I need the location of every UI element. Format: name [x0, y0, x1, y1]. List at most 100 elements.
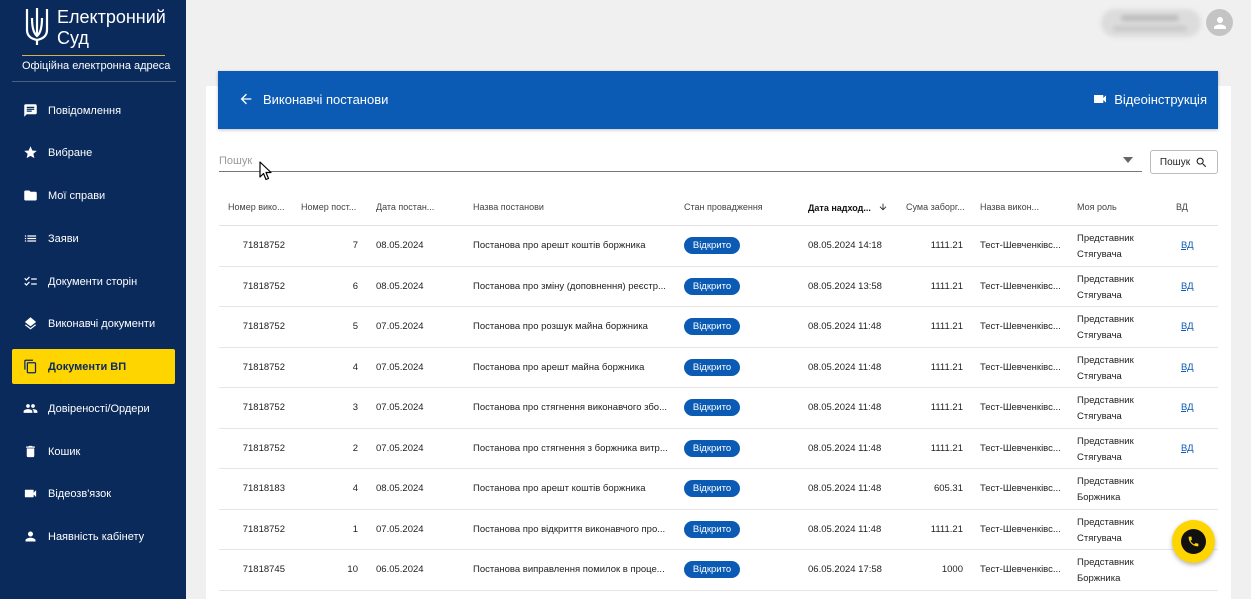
people-icon: [12, 401, 48, 416]
role-label: Представник: [1077, 314, 1134, 325]
cell-received-date: 08.05.2024 11:48: [808, 402, 882, 413]
cell-decree-date: 06.05.2024: [376, 564, 424, 575]
status-badge: Відкрито: [684, 439, 740, 457]
column-header-decree-date[interactable]: Дата постан...: [376, 202, 434, 212]
column-header-received-date[interactable]: Дата надход...: [808, 202, 888, 213]
list-icon: [12, 231, 48, 246]
cell-my-role: Представник Стягувача: [1077, 353, 1134, 385]
status-badge: Відкрито: [684, 358, 740, 376]
role-label: Представник: [1077, 476, 1134, 487]
user-name-blurred[interactable]: [1101, 9, 1201, 37]
column-header-vd[interactable]: ВД: [1176, 202, 1188, 212]
cell-executor-name: Тест-Шевченківс...: [980, 361, 1061, 373]
cell-received-date: 08.05.2024 13:58: [808, 280, 882, 292]
sidebar-item-cabinet-availability[interactable]: Наявність кабінету: [12, 519, 175, 554]
role-party: Стягувача: [1077, 249, 1122, 260]
table-row[interactable]: 71818752 4 07.05.2024 Постанова про арешт м…: [219, 348, 1218, 388]
folder-icon: [12, 188, 48, 203]
videocam-icon: [12, 486, 48, 501]
vd-link[interactable]: ВД: [1181, 443, 1194, 454]
table-row[interactable]: 71818745 10 06.05.2024 Постанова виправленн…: [219, 550, 1218, 591]
cell-decree-number: 3: [352, 402, 358, 413]
column-header-status[interactable]: Стан провадження: [684, 202, 763, 212]
cell-decree-number: 10: [347, 564, 358, 575]
search-button[interactable]: Пошук: [1150, 150, 1218, 174]
column-header-executor-name[interactable]: Назва викон...: [980, 202, 1039, 212]
sidebar-item-favorites[interactable]: Вибране: [12, 135, 175, 170]
cell-received-date: 08.05.2024 11:48: [808, 321, 882, 332]
vd-link[interactable]: ВД: [1181, 281, 1194, 292]
status-badge: Відкрито: [684, 520, 740, 538]
column-header-decree-name[interactable]: Назва постанови: [473, 202, 544, 212]
sidebar-item-my-cases[interactable]: Мої справи: [12, 178, 175, 213]
sidebar-item-party-documents[interactable]: Документи сторін: [12, 264, 175, 299]
search-dropdown-arrow-icon[interactable]: [1123, 157, 1133, 163]
cell-debt-amount: 605.31: [933, 483, 963, 494]
cell-executor-name: Тест-Шевченківс...: [980, 321, 1061, 332]
person-icon: [12, 529, 48, 544]
sidebar-divider: [12, 81, 176, 82]
cell-decree-name: Постанова про арешт коштів боржника: [473, 483, 646, 494]
cell-executor-name: Тест-Шевченківс...: [980, 523, 1061, 535]
checklist-icon: [12, 274, 48, 289]
column-header-decree-number[interactable]: Номер пост...: [301, 202, 356, 212]
role-party: Боржника: [1077, 492, 1121, 503]
column-header-debt-amount[interactable]: Сума заборг...: [906, 202, 965, 212]
role-label: Представник: [1077, 516, 1134, 528]
role-label: Представник: [1077, 233, 1134, 244]
cell-debt-amount: 1111.21: [930, 361, 963, 373]
video-instruction-link[interactable]: Відеоінструкція: [1092, 91, 1207, 107]
cell-received-date: 08.05.2024 11:48: [808, 442, 882, 454]
cell-exec-number: 71818745: [242, 564, 285, 575]
person-icon: [1213, 16, 1226, 29]
video-instruction-label: Відеоінструкція: [1114, 91, 1207, 107]
brand-subtitle: Офіційна електронна адреса: [22, 60, 171, 72]
role-label: Представник: [1077, 395, 1134, 406]
phone-icon: [1188, 536, 1199, 547]
vd-link[interactable]: ВД: [1181, 240, 1194, 251]
column-header-label: Дата надход...: [808, 203, 871, 213]
role-label: Представник: [1077, 354, 1134, 366]
table-row[interactable]: 71818752 2 07.05.2024 Постанова про стягнен…: [219, 429, 1218, 469]
cell-exec-number: 71818752: [242, 321, 285, 332]
vd-link[interactable]: ВД: [1181, 321, 1194, 332]
page-header: Виконавчі постанови Відеоінструкція: [218, 71, 1218, 129]
sidebar-item-video-call[interactable]: Відеозв'язок: [12, 476, 175, 511]
arrow-back-icon[interactable]: [238, 91, 254, 107]
cell-debt-amount: 1000: [941, 564, 963, 575]
table-row[interactable]: 71818752 5 07.05.2024 Постанова про розшук …: [219, 307, 1218, 348]
avatar[interactable]: [1206, 9, 1233, 36]
sidebar-item-label: Виконавчі документи: [48, 317, 156, 330]
column-header-my-role[interactable]: Моя роль: [1077, 202, 1117, 212]
table-row[interactable]: 71818752 6 08.05.2024 Постанова про зміну (…: [219, 267, 1218, 307]
cell-decree-number: 1: [352, 523, 358, 535]
call-button[interactable]: [1172, 520, 1215, 563]
cell-decree-date: 08.05.2024: [376, 483, 424, 494]
cell-executor-name: Тест-Шевченківс...: [980, 280, 1061, 292]
vd-link[interactable]: ВД: [1181, 362, 1194, 373]
search-input[interactable]: [219, 150, 1142, 172]
cell-decree-date: 07.05.2024: [376, 361, 424, 373]
cell-decree-date: 07.05.2024: [376, 442, 424, 454]
sidebar-item-vp-documents[interactable]: Документи ВП: [12, 349, 175, 384]
table-row[interactable]: 71818752 7 08.05.2024 Постанова про арешт к…: [219, 226, 1218, 267]
vd-link[interactable]: ВД: [1181, 402, 1194, 413]
trident-logo-icon: [25, 8, 49, 45]
star-icon: [12, 145, 48, 160]
cell-executor-name: Тест-Шевченківс...: [980, 402, 1061, 413]
sidebar-item-executive-documents[interactable]: Виконавчі документи: [12, 306, 175, 341]
decrees-table: Номер вико... Номер пост... Дата постан.…: [219, 188, 1218, 591]
role-party: Стягувача: [1077, 532, 1122, 544]
sidebar-item-messages[interactable]: Повідомлення: [12, 93, 175, 128]
sidebar-item-trash[interactable]: Кошик: [12, 434, 175, 469]
table-row[interactable]: 71818752 3 07.05.2024 Постанова про стягнен…: [219, 388, 1218, 429]
table-row[interactable]: 71818752 1 07.05.2024 Постанова про відкрит…: [219, 510, 1218, 550]
table-row[interactable]: 71818183 4 08.05.2024 Постанова про арешт к…: [219, 469, 1218, 510]
sidebar-item-label: Повідомлення: [48, 104, 122, 117]
sidebar-item-powers-of-attorney[interactable]: Довіреності/Ордери: [12, 391, 175, 426]
sidebar-item-label: Вибране: [48, 146, 93, 159]
column-header-exec-number[interactable]: Номер вико...: [228, 202, 285, 212]
brand[interactable]: Електронний Суд Офіційна електронна адре…: [0, 0, 186, 82]
sidebar-item-applications[interactable]: Заяви: [12, 221, 175, 256]
cell-my-role: Представник Боржника: [1077, 474, 1134, 506]
